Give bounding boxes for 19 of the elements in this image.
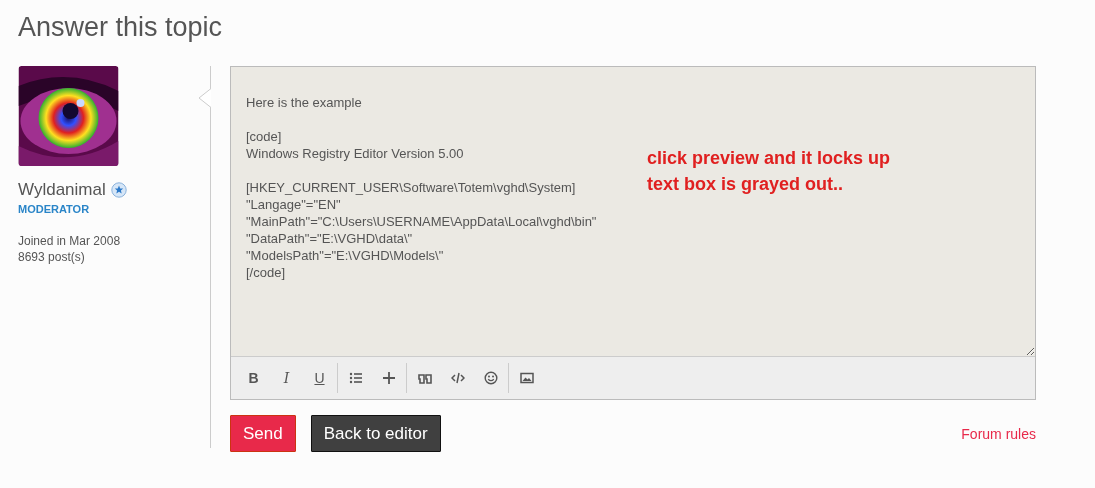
user-role: MODERATOR <box>18 203 91 215</box>
post-count: 8693 post(s) <box>18 249 86 265</box>
italic-button[interactable]: I <box>270 363 303 393</box>
plus-icon <box>381 371 396 385</box>
page-title: Answer this topic <box>17 11 224 44</box>
code-icon <box>450 371 465 385</box>
username[interactable]: Wyldanimal <box>18 180 106 200</box>
bold-button[interactable]: B <box>237 363 270 393</box>
annotation-text: click preview and it locks up text box is grayed out.. <box>647 147 891 196</box>
star-badge-icon <box>110 182 127 198</box>
forum-rules-link[interactable]: Forum rules <box>961 425 1036 442</box>
image-icon <box>519 371 534 385</box>
quote-icon <box>417 371 432 385</box>
back-button[interactable]: Back to editor <box>310 415 441 452</box>
smiley-icon <box>483 371 498 385</box>
list-icon <box>348 371 363 385</box>
join-date: Joined in Mar 2008 <box>18 233 122 249</box>
send-button[interactable]: Send <box>230 415 296 452</box>
underline-button[interactable]: U <box>303 363 336 393</box>
